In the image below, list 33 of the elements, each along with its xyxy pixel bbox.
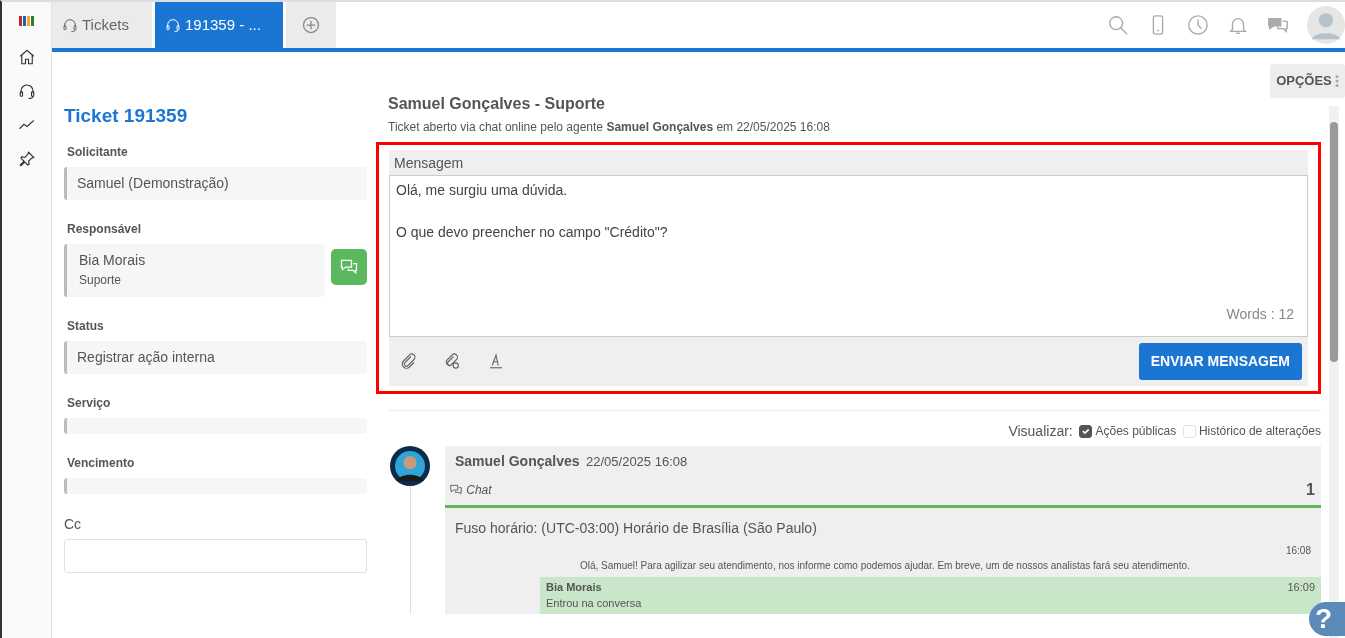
composer-label: Mensagem [393,153,465,173]
message-text: Entrou na conversa [546,596,643,611]
field-value: Samuel (Demonstração) [64,166,367,200]
field-label: Serviço [67,394,112,412]
filter-label: Ações públicas [1095,423,1177,440]
field-label: Status [67,317,105,335]
system-message: Olá, Samuel! Para agilizar seu atendimento, nos informe como podemos ajudar. Em breve, um de nossos analistas fará seu atendimento. [579,558,1191,573]
options-button[interactable]: OPÇÕES [1270,64,1345,98]
field-value: Registrar ação interna [64,340,367,374]
conversation-subtitle: Ticket aberto via chat online pelo agente Samuel Gonçalves em 22/05/2025 16:08 [388,118,831,136]
word-count: Words : 12 [1226,304,1294,324]
ticket-title: Ticket 191359 [64,104,189,128]
entry-time: 22/05/2025 16:08 [586,452,688,471]
tab[interactable]: 191359 - ... [155,2,283,48]
tab[interactable]: Tickets [52,2,152,48]
channel-label: Chat [466,481,492,499]
assignee-name: Bia Morais [79,250,147,270]
message-time: 16:08 [1284,543,1312,558]
conversation-title: Samuel Gonçalves - Suporte [388,93,606,114]
send-button[interactable]: ENVIAR MENSAGEM [1138,342,1302,380]
filter-label: Histórico de alterações [1198,423,1321,440]
field-label: Solicitante [67,143,129,161]
entry-number: 1 [1306,479,1315,500]
filter-label: Visualizar: [1008,421,1073,441]
field-label: Cc [64,514,83,534]
message-time: 16:09 [1287,579,1315,595]
message-author: Bia Morais [546,579,602,595]
field-label: Vencimento [67,454,136,472]
entry-author: Samuel Gonçalves [455,451,580,471]
assignee-team: Suporte [79,271,123,289]
field-label: Responsável [67,220,143,238]
timezone-text: Fuso horário: (UTC-03:00) Horário de Brasília (São Paulo) [454,518,818,538]
help-button[interactable]: ? [1309,602,1345,636]
